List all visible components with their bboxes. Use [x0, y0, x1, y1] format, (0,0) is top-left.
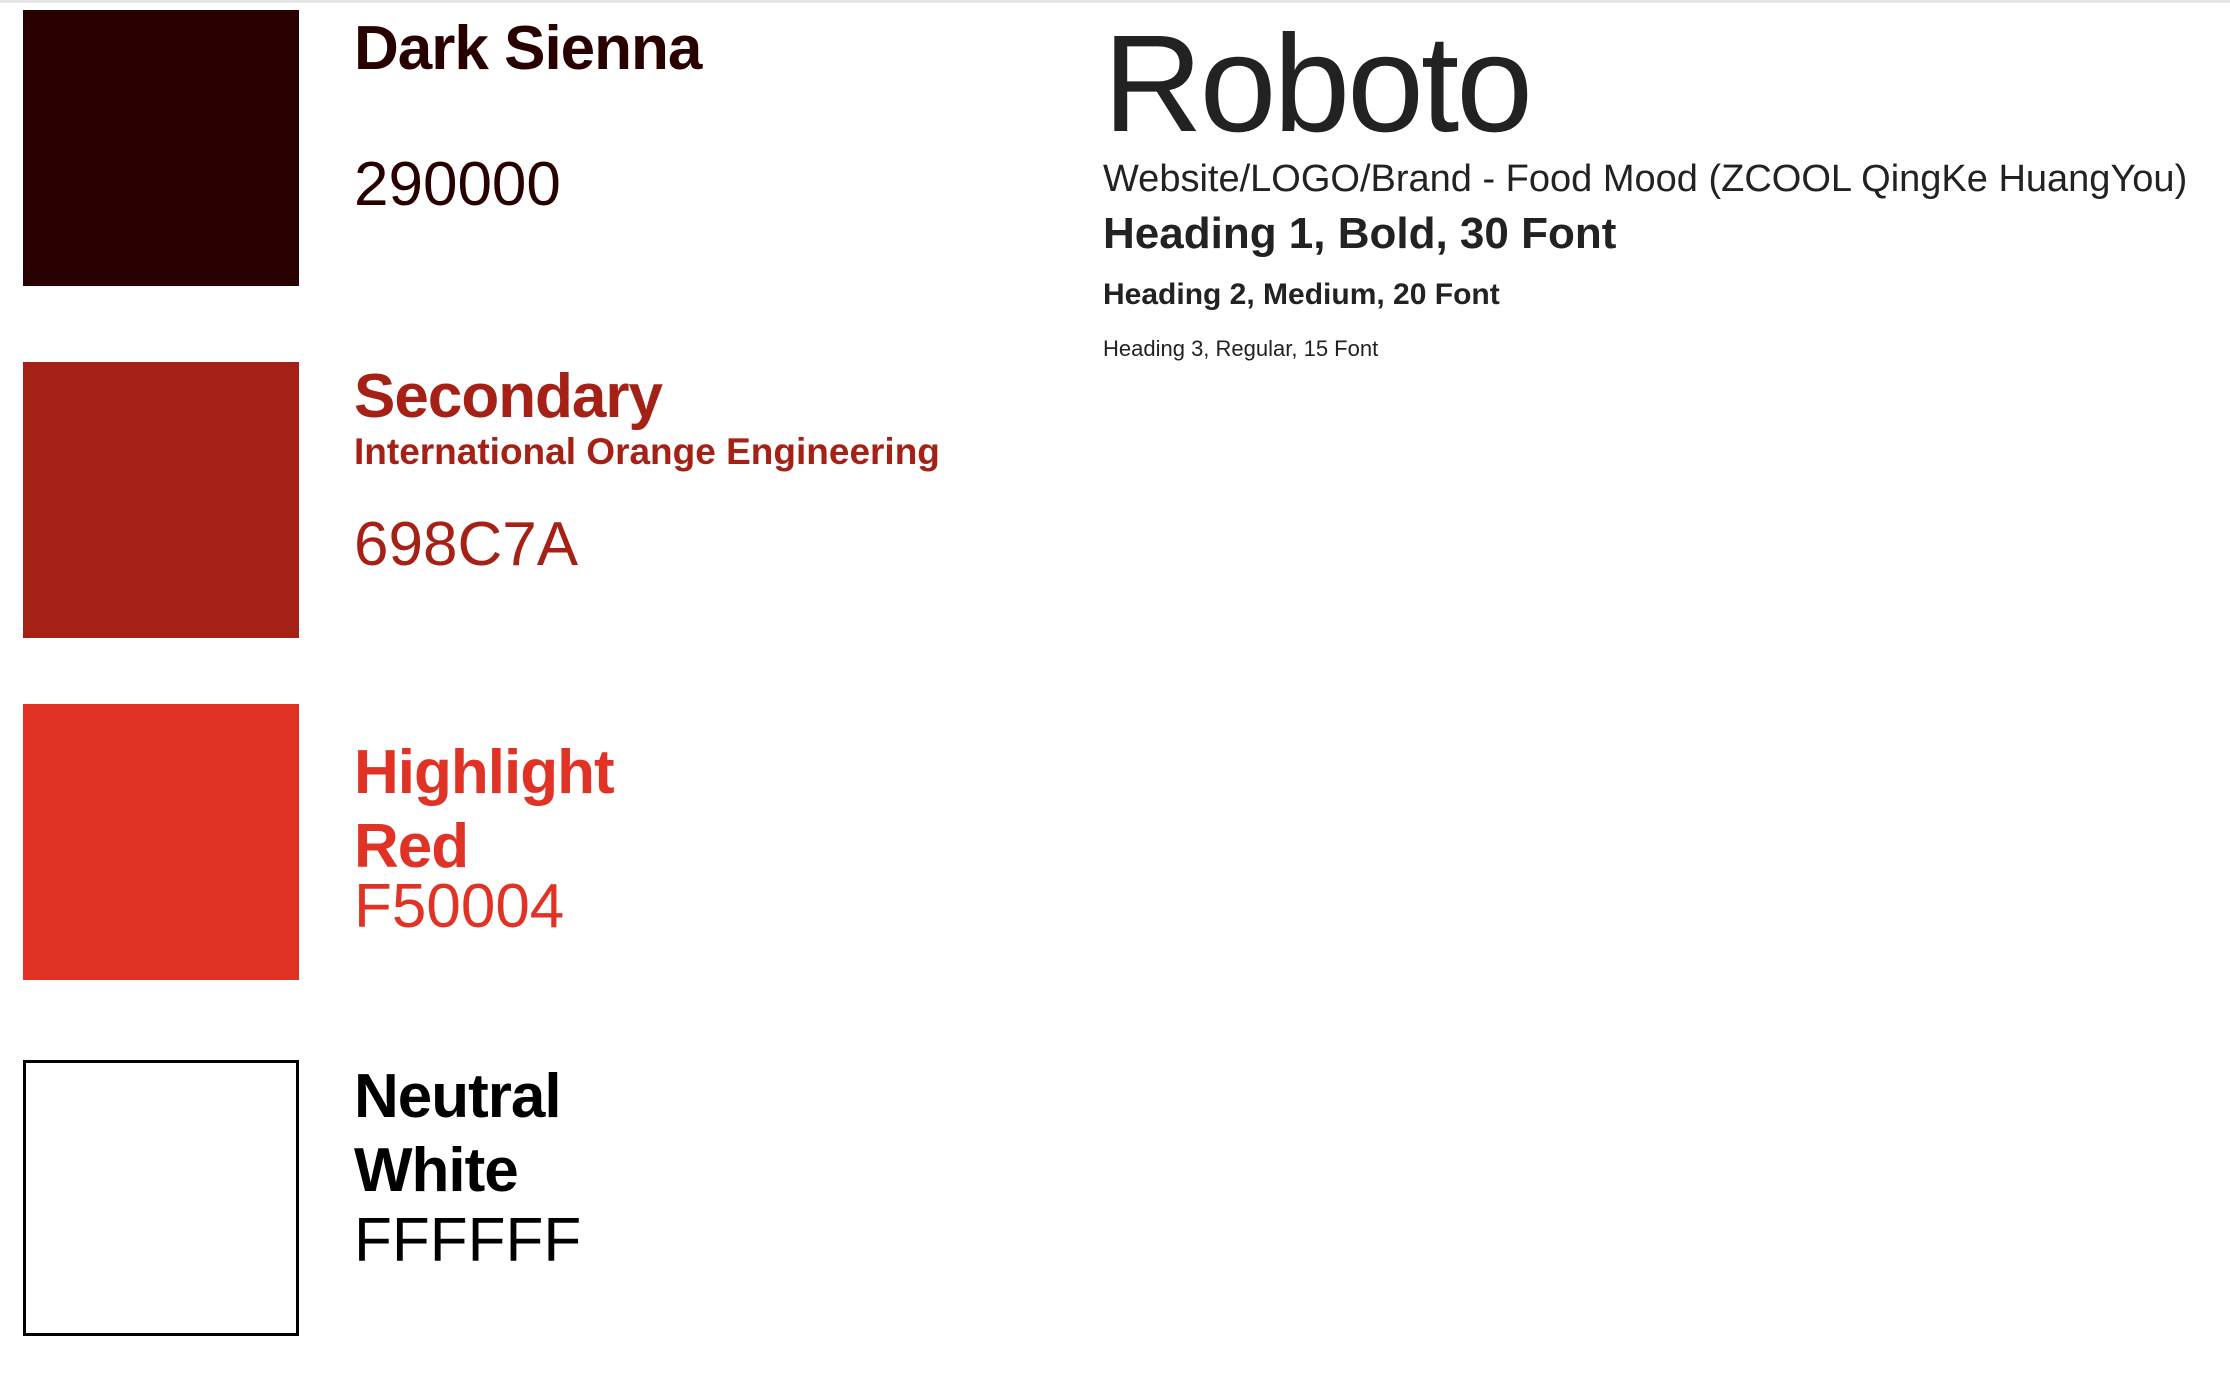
color-hex-neutral: FFFFFF	[354, 1206, 582, 1275]
color-hex-highlight: F50004	[354, 872, 565, 941]
heading-3-sample: Heading 3, Regular, 15 Font	[1103, 336, 1379, 361]
color-hex-secondary: 698C7A	[354, 510, 579, 579]
color-name-dark-sienna: Dark Sienna	[354, 14, 702, 83]
top-divider	[0, 0, 2230, 3]
swatch-highlight-red	[23, 704, 299, 980]
brand-font-line: Website/LOGO/Brand - Food Mood (ZCOOL Qi…	[1103, 158, 2188, 200]
color-name-secondary: Secondary	[354, 362, 663, 431]
font-name-title: Roboto	[1103, 7, 1533, 161]
color-name-neutral-line1: Neutral	[354, 1062, 562, 1131]
color-name-highlight-line1: Highlight	[354, 738, 615, 807]
heading-2-sample: Heading 2, Medium, 20 Font	[1103, 278, 1500, 311]
swatch-dark-sienna	[23, 10, 299, 286]
heading-1-sample: Heading 1, Bold, 30 Font	[1103, 209, 1617, 258]
color-subtitle-secondary: International Orange Engineering	[354, 431, 940, 472]
color-hex-dark-sienna: 290000	[354, 150, 561, 219]
color-name-neutral-line2: White	[354, 1136, 519, 1205]
swatch-neutral-white	[23, 1060, 299, 1336]
swatch-secondary	[23, 362, 299, 638]
